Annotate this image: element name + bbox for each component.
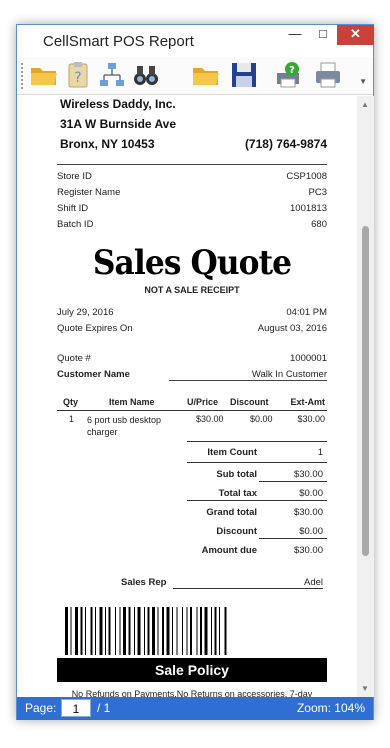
report-window: CellSmart POS Report — □ ✕ ? ? ▼ Wireles… [16,24,374,720]
totals-block: Item Count 1 Sub total $30.00 Total tax … [57,441,327,567]
header-price: U/Price [187,397,219,407]
maximize-button[interactable]: □ [309,25,337,45]
minimize-button[interactable]: — [281,25,309,45]
report-preview: Wireless Daddy, Inc. 31A W Burnside Ave … [17,96,357,697]
header-discount: Discount [230,397,269,407]
policy-title: Sale Policy [155,662,229,678]
policy-bar: Sale Policy [57,658,327,682]
window-title: CellSmart POS Report [43,33,194,50]
page-label: Page: [25,701,57,715]
divider [57,164,327,165]
quote-block: Quote #1000001 Customer Name Walk In Cus… [57,353,327,385]
tax-label: Total tax [218,488,257,499]
svg-text:?: ? [289,65,295,76]
shift-row: Shift ID 1001813 [57,203,327,214]
batch-row: Batch ID 680 [57,219,327,230]
header-ext: Ext-Amt [290,397,325,407]
binoculars-icon[interactable] [131,60,161,90]
receipt: Wireless Daddy, Inc. 31A W Burnside Ave … [57,96,327,697]
save-disk-icon[interactable] [229,60,259,90]
toolbar-grip [21,63,24,89]
scroll-thumb[interactable] [362,226,369,556]
quote-number-row: Quote #1000001 [57,353,327,364]
register-row: Register Name PC3 [57,187,327,198]
tree-icon[interactable] [97,60,127,90]
page-total: / 1 [97,701,111,715]
title-bar: CellSmart POS Report — □ ✕ [17,25,374,57]
close-button[interactable]: ✕ [337,25,374,45]
store-city: Bronx, NY 10453 [60,137,155,151]
status-bar: Page: 1 / 1 Zoom: 104% [17,697,373,720]
print-setup-icon[interactable]: ? [273,60,303,90]
barcode [65,607,323,655]
item-count-value: 1 [317,447,323,458]
doc-title: Sales Quote [92,243,292,283]
header-item: Item Name [109,397,155,407]
scroll-down-icon[interactable]: ▼ [361,684,369,693]
discount-value: $0.00 [299,526,323,537]
date-row: July 29, 2016 04:01 PM [57,307,327,318]
grand-total-value: $30.00 [293,507,323,518]
report-clipboard-icon[interactable]: ? [63,60,93,90]
toolbar-overflow-icon[interactable]: ▼ [359,77,367,86]
sales-rep-row: Sales Rep Adel [57,577,327,593]
store-id-row: Store ID CSP1008 [57,171,327,182]
header-qty: Qty [63,397,79,407]
vertical-scrollbar[interactable]: ▲ ▼ [357,96,374,697]
tax-value: $0.00 [299,488,323,499]
zoom-level[interactable]: Zoom: 104% [297,701,365,715]
subtotal-label: Sub total [216,469,257,480]
subtotal-value: $30.00 [293,469,323,480]
doc-subtitle: NOT A SALE RECEIPT [144,285,240,295]
store-address: 31A W Burnside Ave [60,117,177,131]
page-number-input[interactable]: 1 [61,699,91,717]
store-header: Wireless Daddy, Inc. 31A W Burnside Ave … [57,96,327,158]
customer-row: Customer Name Walk In Customer [57,369,327,381]
table-row: 1 6 port usb desktop charger $30.00 $0.0… [69,414,325,437]
dates-block: July 29, 2016 04:01 PM Quote Expires On Au… [57,307,327,339]
toolbar: ? ? ▼ [17,57,373,95]
store-name: Wireless Daddy, Inc. [60,97,176,111]
ids-block: Store ID CSP1008 Register Name PC3 Shift I… [57,171,327,235]
folder-icon[interactable] [191,60,221,90]
printer-icon[interactable] [313,60,343,90]
svg-text:?: ? [74,70,81,86]
open-folder-icon[interactable] [29,60,59,90]
amount-due-value: $30.00 [293,545,323,556]
scroll-up-icon[interactable]: ▲ [361,100,369,109]
policy-text: No Refunds on Payments.No Returns on acc… [71,689,313,697]
discount-label: Discount [216,526,257,537]
expires-row: Quote Expires On August 03, 2016 [57,323,327,334]
amount-due-label: Amount due [201,545,257,556]
store-phone: (718) 764-9874 [244,137,327,151]
grand-total-label: Grand total [206,507,257,518]
sales-rep-value: Adel [173,577,323,589]
items-table: Qty Item Name U/Price Discount Ext-Amt 1… [57,397,327,444]
sales-rep-label: Sales Rep [121,577,167,588]
item-count-label: Item Count [207,447,257,458]
barcode-image [65,607,227,655]
table-header: Qty Item Name U/Price Discount Ext-Amt [57,397,327,411]
